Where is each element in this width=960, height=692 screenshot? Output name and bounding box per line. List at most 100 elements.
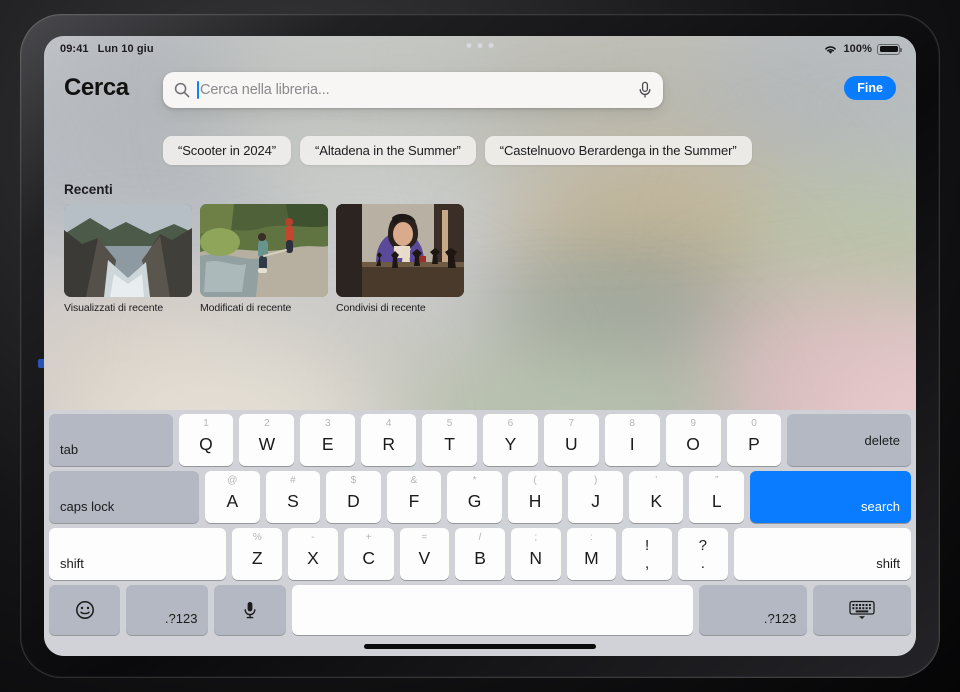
key-z[interactable]: % Z <box>232 528 283 580</box>
key-f[interactable]: & F <box>386 471 442 523</box>
key-l[interactable]: ” L <box>689 471 745 523</box>
key-y[interactable]: 6Y <box>482 414 538 466</box>
key-m[interactable]: :M <box>566 528 617 580</box>
key-main-label: U <box>565 434 578 454</box>
key-alt-label: ) <box>593 475 598 486</box>
key-main-label: X <box>307 548 319 568</box>
key-main-label: V <box>418 548 431 568</box>
key-main-label: , <box>645 554 650 572</box>
key-alt-label: 3 <box>324 418 331 429</box>
home-indicator[interactable] <box>364 644 596 649</box>
key-alt-label: / <box>478 532 482 543</box>
key-question-period[interactable]: ?. <box>677 528 728 580</box>
key-d[interactable]: $ D <box>326 471 381 523</box>
key-j[interactable]: ) J <box>568 471 623 523</box>
key-emoji[interactable] <box>49 585 121 635</box>
key-main-label: shift <box>876 556 901 571</box>
key-exclam-comma[interactable]: !, <box>622 528 672 580</box>
key-q[interactable]: 1Q <box>178 414 234 466</box>
keyboard-row-3: shift% Z - X + C = V / B; N: M!,?. shift <box>49 528 912 580</box>
coastal-cliffs-photo <box>64 204 192 297</box>
key-dismiss-keyboard[interactable] <box>813 585 911 635</box>
on-screen-keyboard: tab 1 Q 2 W 3 E 4 R 5 T 6 Y 7 U 8 I 9 O 0 Pdelete caps lock @… <box>44 410 916 656</box>
key-r[interactable]: 4R <box>361 414 417 466</box>
key-main-label: B <box>474 548 486 568</box>
recent-item-recently-edited[interactable]: Modificati di recente <box>200 204 328 315</box>
key-g[interactable]: * G <box>447 471 502 523</box>
microphone-icon <box>243 600 257 620</box>
key-space[interactable] <box>291 585 693 635</box>
key-s[interactable]: # S <box>265 471 321 523</box>
key-alt-label: 9 <box>690 418 696 429</box>
key-o[interactable]: 9O <box>665 414 721 466</box>
key-w[interactable]: 2W <box>239 414 295 466</box>
key-numbers-right[interactable]: .?123 <box>698 585 808 635</box>
key-main-label: I <box>629 434 635 454</box>
key-alt-label: + <box>365 532 372 543</box>
page-title: Cerca <box>64 74 129 101</box>
key-n[interactable]: ; N <box>510 528 561 580</box>
search-suggestions: “Scooter in 2024” “Altadena in the Summe… <box>163 136 752 165</box>
key-caps-lock[interactable]: caps lock <box>49 471 200 523</box>
key-main-label: search <box>860 499 901 514</box>
key-dictation[interactable] <box>214 585 286 635</box>
key-alt-label: 2 <box>264 418 270 429</box>
key-alt-label: 1 <box>203 418 209 429</box>
key-t[interactable]: 5T <box>422 414 477 466</box>
key-main-label: tab <box>60 442 79 457</box>
key-b[interactable]: / B <box>455 528 505 580</box>
key-v[interactable]: = V <box>399 528 450 580</box>
search-header: Cerca Cerca nella libreria... Fine <box>44 62 916 118</box>
key-alt-label: * <box>472 475 477 486</box>
key-main-label: R <box>382 434 395 454</box>
status-time: 09:41 <box>60 43 89 55</box>
suggestion-chip[interactable]: “Scooter in 2024” <box>163 136 292 165</box>
search-field[interactable]: Cerca nella libreria... <box>163 72 663 108</box>
key-x[interactable]: -X <box>288 528 338 580</box>
key-p[interactable]: 0P <box>726 414 782 466</box>
key-main-label: delete <box>864 432 900 448</box>
key-k[interactable]: ’ K <box>628 471 684 523</box>
key-delete[interactable]: delete <box>787 414 911 466</box>
key-shift-left[interactable]: shift <box>49 528 227 580</box>
key-main-label: P <box>748 434 760 454</box>
key-main-label: A <box>226 491 239 511</box>
people-in-stream-photo <box>200 204 328 297</box>
key-h[interactable]: (H <box>507 471 563 523</box>
search-input[interactable]: Cerca nella libreria... <box>197 81 638 99</box>
key-numbers-left[interactable]: .?123 <box>126 585 209 635</box>
key-a[interactable]: @ A <box>205 471 260 523</box>
recents-row: Visualizzati di recente Modificati di re… <box>64 204 464 315</box>
search-icon <box>174 82 190 98</box>
key-alt-label: 4 <box>385 418 392 429</box>
key-shift-right[interactable]: shift <box>733 528 912 580</box>
key-i[interactable]: 8I <box>604 414 660 466</box>
key-alt-label: 8 <box>629 418 635 429</box>
key-c[interactable]: + C <box>343 528 394 580</box>
suggestion-chip[interactable]: “Altadena in the Summer” <box>300 136 476 165</box>
key-alt-label: @ <box>227 475 238 486</box>
recent-item-recently-shared[interactable]: Condivisi di recente <box>336 204 464 315</box>
key-alt-label: ( <box>533 475 537 486</box>
key-alt-label: % <box>252 532 262 543</box>
key-u[interactable]: 7U <box>543 414 599 466</box>
key-main-label: S <box>287 491 299 511</box>
done-button[interactable]: Fine <box>844 76 896 100</box>
key-tab[interactable]: tab <box>49 414 173 466</box>
key-main-label: .?123 <box>763 611 797 626</box>
hide-keyboard-icon <box>849 600 875 620</box>
key-search-return[interactable]: search <box>750 471 912 523</box>
recent-item-recently-viewed[interactable]: Visualizzati di recente <box>64 204 192 315</box>
emoji-icon <box>75 600 95 620</box>
key-main-label: caps lock <box>60 499 115 514</box>
key-e[interactable]: 3E <box>300 414 356 466</box>
key-main-label: shift <box>60 556 84 571</box>
key-main-label: W <box>258 434 276 454</box>
recent-item-label: Modificati di recente <box>200 302 292 314</box>
multitasking-dots-icon[interactable] <box>466 43 494 48</box>
suggestion-chip[interactable]: “Castelnuovo Berardenga in the Summer” <box>484 136 752 165</box>
key-main-label: L <box>711 491 722 511</box>
key-alt-label: & <box>410 475 418 486</box>
microphone-icon[interactable] <box>638 81 652 99</box>
key-main-label: K <box>650 491 663 511</box>
